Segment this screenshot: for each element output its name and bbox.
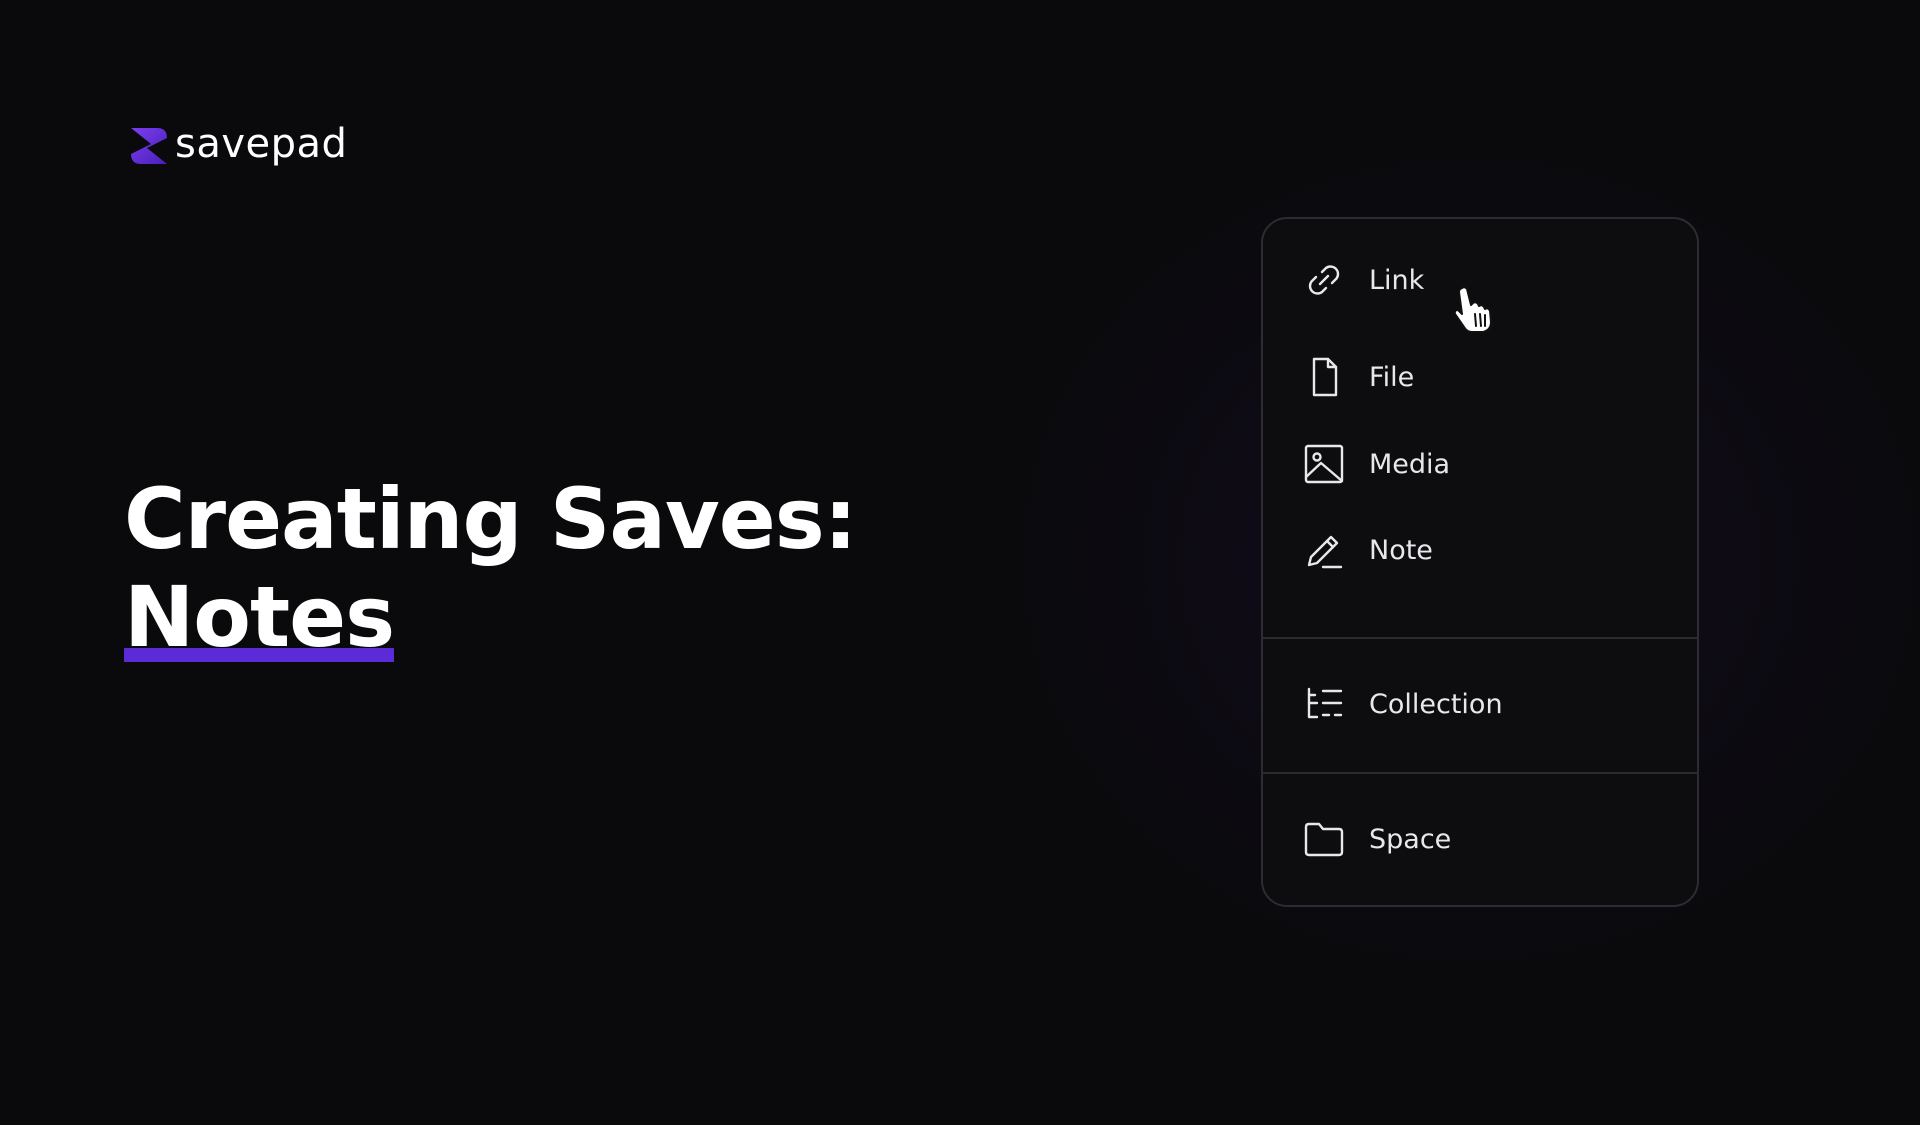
- collection-icon: [1307, 687, 1343, 719]
- image-icon: [1304, 444, 1344, 484]
- menu-item-label: Note: [1369, 534, 1433, 566]
- menu-item-note[interactable]: Note: [1301, 524, 1433, 576]
- menu-item-link[interactable]: Link: [1301, 254, 1424, 306]
- title-highlight-text: Notes: [124, 568, 395, 666]
- menu-item-label: Media: [1369, 448, 1451, 480]
- menu-item-media[interactable]: Media: [1301, 438, 1450, 490]
- file-icon: [1312, 357, 1338, 397]
- menu-item-label: Link: [1369, 264, 1425, 296]
- menu-item-collection[interactable]: Collection: [1301, 678, 1503, 730]
- hand-pointer-icon: [1453, 286, 1492, 333]
- brand-name: savepad: [175, 121, 348, 167]
- link-icon: [1308, 265, 1340, 295]
- menu-divider: [1263, 772, 1697, 774]
- menu-divider: [1263, 637, 1697, 639]
- brand-logo[interactable]: savepad: [127, 124, 347, 168]
- title-highlight: Notes: [124, 568, 395, 666]
- menu-item-label: Space: [1369, 823, 1452, 855]
- menu-item-file[interactable]: File: [1301, 351, 1414, 403]
- savepad-logo-icon: [131, 128, 167, 164]
- pencil-icon: [1307, 535, 1343, 569]
- menu-item-label: File: [1369, 361, 1415, 393]
- title-line-1: Creating Saves:: [124, 470, 857, 568]
- title-line-2: Notes: [124, 568, 856, 666]
- page-title: Creating Saves: Notes: [124, 470, 857, 666]
- menu-item-label: Collection: [1369, 688, 1503, 720]
- folder-icon: [1304, 822, 1344, 857]
- menu-item-space[interactable]: Space: [1301, 813, 1451, 865]
